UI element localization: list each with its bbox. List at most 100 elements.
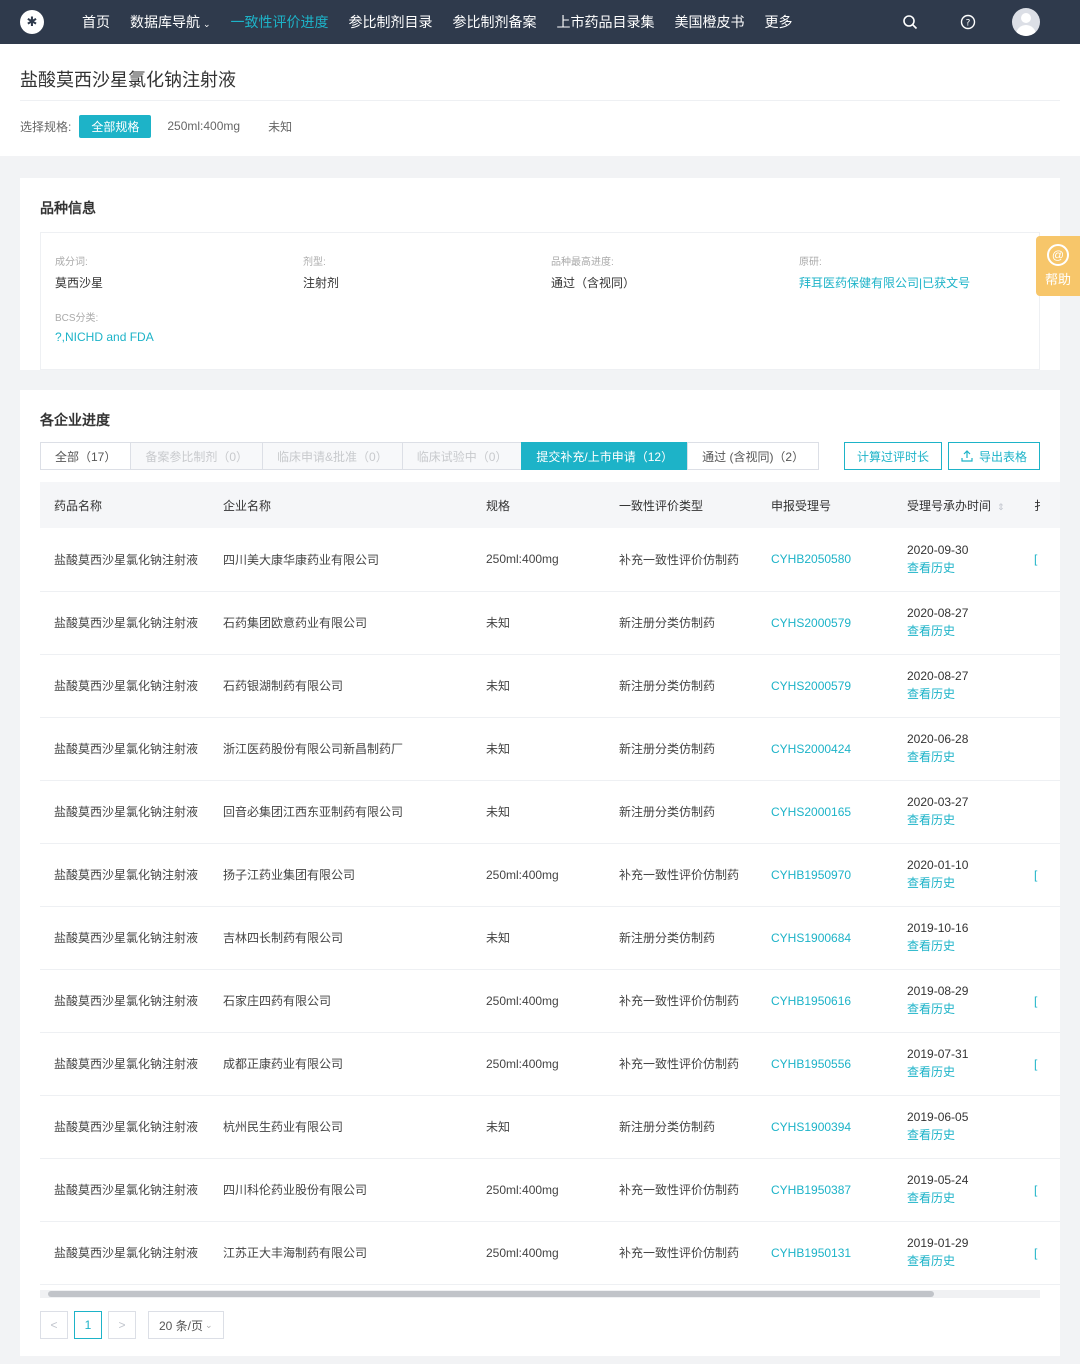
title-section: 盐酸莫西沙星氯化钠注射液 选择规格: 全部规格 250ml:400mg 未知 xyxy=(0,44,1080,156)
scrollbar-thumb[interactable] xyxy=(48,1291,934,1297)
tab-submitted[interactable]: 提交补充/上市申请（12） xyxy=(521,442,689,470)
view-history-link[interactable]: 查看历史 xyxy=(907,874,1020,891)
cell-date: 2020-08-27 查看历史 xyxy=(893,654,1020,717)
col-date[interactable]: 受理号承办时间 ⇕ xyxy=(893,482,1020,528)
cell-company: 石药集团欧意药业有限公司 xyxy=(223,616,368,630)
truncated-mark: [ xyxy=(1034,1245,1038,1260)
cell-truncated[interactable]: [ xyxy=(1020,1032,1060,1095)
cell-application-no[interactable]: CYHS1900684 xyxy=(757,906,893,969)
view-history-link[interactable]: 查看历史 xyxy=(907,748,1020,765)
nav-item-label: 美国橙皮书 xyxy=(674,14,745,30)
nav-item[interactable]: 参比制剂目录 xyxy=(349,12,433,32)
cell-truncated[interactable] xyxy=(1020,591,1060,654)
cell-eval-type: 补充一致性评价仿制药 xyxy=(619,994,740,1008)
cell-truncated[interactable] xyxy=(1020,717,1060,780)
table-row: 盐酸莫西沙星氯化钠注射液 四川科伦药业股份有限公司 250ml:400mg 补充一致性… xyxy=(40,1158,1060,1221)
tab-all[interactable]: 全部（17） xyxy=(40,442,132,470)
cell-application-no[interactable]: CYHB1950970 xyxy=(757,843,893,906)
table-row: 盐酸莫西沙星氯化钠注射液 浙江医药股份有限公司新昌制药厂 未知 新注册分类仿制药 CYH… xyxy=(40,717,1060,780)
calc-duration-button[interactable]: 计算过评时长 xyxy=(843,442,942,470)
page-size-select[interactable]: 20 条/页 ⌄ xyxy=(148,1311,224,1339)
view-history-link[interactable]: 查看历史 xyxy=(907,1000,1020,1017)
cell-application-no[interactable]: CYHS2000165 xyxy=(757,780,893,843)
date-value: 2020-01-10 xyxy=(907,858,969,872)
page-1-button[interactable]: 1 xyxy=(74,1311,102,1339)
cell-date: 2020-09-30 查看历史 xyxy=(893,528,1020,591)
cell-application-no[interactable]: CYHS2000424 xyxy=(757,717,893,780)
cell-spec: 250ml:400mg xyxy=(486,552,559,567)
cell-drug-name: 盐酸莫西沙星氯化钠注射液 xyxy=(54,552,199,567)
next-page-button[interactable]: > xyxy=(108,1311,136,1339)
cell-truncated[interactable] xyxy=(1020,654,1060,717)
cell-truncated[interactable]: [ xyxy=(1020,1221,1060,1284)
upload-icon xyxy=(961,450,973,462)
tab-passed[interactable]: 通过 (含视同)（2） xyxy=(687,442,820,470)
user-avatar[interactable] xyxy=(1012,8,1040,36)
cell-company: 石药银湖制药有限公司 xyxy=(223,679,344,693)
view-history-link[interactable]: 查看历史 xyxy=(907,685,1020,702)
logo-icon[interactable]: ✱ xyxy=(20,10,44,34)
view-history-link[interactable]: 查看历史 xyxy=(907,937,1020,954)
cell-application-no[interactable]: CYHS2000579 xyxy=(757,654,893,717)
nav-item[interactable]: 数据库导航 ⌄ xyxy=(130,12,211,32)
table-row: 盐酸莫西沙星氯化钠注射液 扬子江药业集团有限公司 250ml:400mg 补充一致性评… xyxy=(40,843,1060,906)
help-label: 帮助 xyxy=(1044,272,1071,287)
spec-selector: 选择规格: 全部规格 250ml:400mg 未知 xyxy=(20,101,1060,151)
spec-option-all[interactable]: 全部规格 xyxy=(79,114,152,138)
export-button[interactable]: 导出表格 xyxy=(947,442,1040,470)
cell-application-no[interactable]: CYHS1900394 xyxy=(757,1095,893,1158)
cell-spec: 250ml:400mg xyxy=(486,993,559,1008)
nav-item[interactable]: 上市药品目录集 xyxy=(557,12,655,32)
search-icon[interactable] xyxy=(902,14,918,30)
horizontal-scrollbar[interactable] xyxy=(40,1290,1040,1298)
cell-truncated[interactable] xyxy=(1020,906,1060,969)
view-history-link[interactable]: 查看历史 xyxy=(907,1063,1020,1080)
cell-eval-type: 补充一致性评价仿制药 xyxy=(619,552,740,567)
view-history-link[interactable]: 查看历史 xyxy=(907,622,1020,639)
originator-link[interactable]: 拜耳医药保健有限公司|已获文号 xyxy=(799,274,1047,291)
cell-truncated[interactable] xyxy=(1020,1095,1060,1158)
cell-truncated[interactable]: [ xyxy=(1020,1158,1060,1221)
date-value: 2019-08-29 xyxy=(907,984,969,998)
cell-truncated[interactable]: [ xyxy=(1020,969,1060,1032)
help-button[interactable]: @ 帮助 xyxy=(1036,236,1080,296)
table-row: 盐酸莫西沙星氯化钠注射液 石药集团欧意药业有限公司 未知 新注册分类仿制药 CYHS20… xyxy=(40,591,1060,654)
nav-item[interactable]: 一致性评价进度 xyxy=(231,12,329,32)
cell-application-no[interactable]: CYHB1950616 xyxy=(757,969,893,1032)
view-history-link[interactable]: 查看历史 xyxy=(907,811,1020,828)
view-history-link[interactable]: 查看历史 xyxy=(907,1189,1020,1206)
cell-application-no[interactable]: CYHB1950131 xyxy=(757,1221,893,1284)
nav-item[interactable]: 首页 xyxy=(82,12,110,32)
cell-application-no[interactable]: CYHB1950387 xyxy=(757,1158,893,1221)
info-highest-progress: 品种最高进度: 通过（含视同） xyxy=(551,253,799,291)
cell-company: 扬子江药业集团有限公司 xyxy=(223,868,356,882)
spec-option-unknown[interactable]: 未知 xyxy=(256,115,304,138)
view-history-link[interactable]: 查看历史 xyxy=(907,1126,1020,1143)
cell-application-no[interactable]: CYHS2000579 xyxy=(757,591,893,654)
col-company: 企业名称 xyxy=(223,498,272,513)
cell-eval-type: 新注册分类仿制药 xyxy=(619,679,716,693)
view-history-link[interactable]: 查看历史 xyxy=(907,1252,1020,1269)
help-icon: @ xyxy=(1047,244,1069,266)
nav-item[interactable]: 参比制剂备案 xyxy=(453,12,537,32)
spec-option-250ml[interactable]: 250ml:400mg xyxy=(155,116,252,136)
cell-application-no[interactable]: CYHB1950556 xyxy=(757,1032,893,1095)
table-row: 盐酸莫西沙星氯化钠注射液 江苏正大丰海制药有限公司 250ml:400mg 补充一致性… xyxy=(40,1221,1060,1284)
bcs-link[interactable]: ?,NICHD and FDA xyxy=(55,330,303,344)
prev-page-button[interactable]: < xyxy=(40,1311,68,1339)
nav-item[interactable]: 美国橙皮书 xyxy=(675,12,745,32)
date-value: 2019-10-16 xyxy=(907,921,969,935)
nav-menu: 首页 数据库导航 ⌄ 一致性评价进度 参比制剂目录 参比制剂备案 上市药品目录集 美国橙皮书 更… xyxy=(82,12,813,32)
cell-eval-type: 新注册分类仿制药 xyxy=(619,931,716,945)
sort-icon[interactable]: ⇕ xyxy=(997,502,1005,512)
col-application-no: 申报受理号 xyxy=(771,498,832,513)
cell-application-no[interactable]: CYHB2050580 xyxy=(757,528,893,591)
cell-truncated[interactable]: [ xyxy=(1020,528,1060,591)
cell-truncated[interactable] xyxy=(1020,780,1060,843)
cell-date: 2019-10-16 查看历史 xyxy=(893,906,1020,969)
help-circle-icon[interactable]: ? xyxy=(960,14,976,30)
nav-item[interactable]: 更多 xyxy=(765,12,793,32)
view-history-link[interactable]: 查看历史 xyxy=(907,559,1020,576)
cell-truncated[interactable]: [ xyxy=(1020,843,1060,906)
truncated-mark: [ xyxy=(1034,867,1038,882)
